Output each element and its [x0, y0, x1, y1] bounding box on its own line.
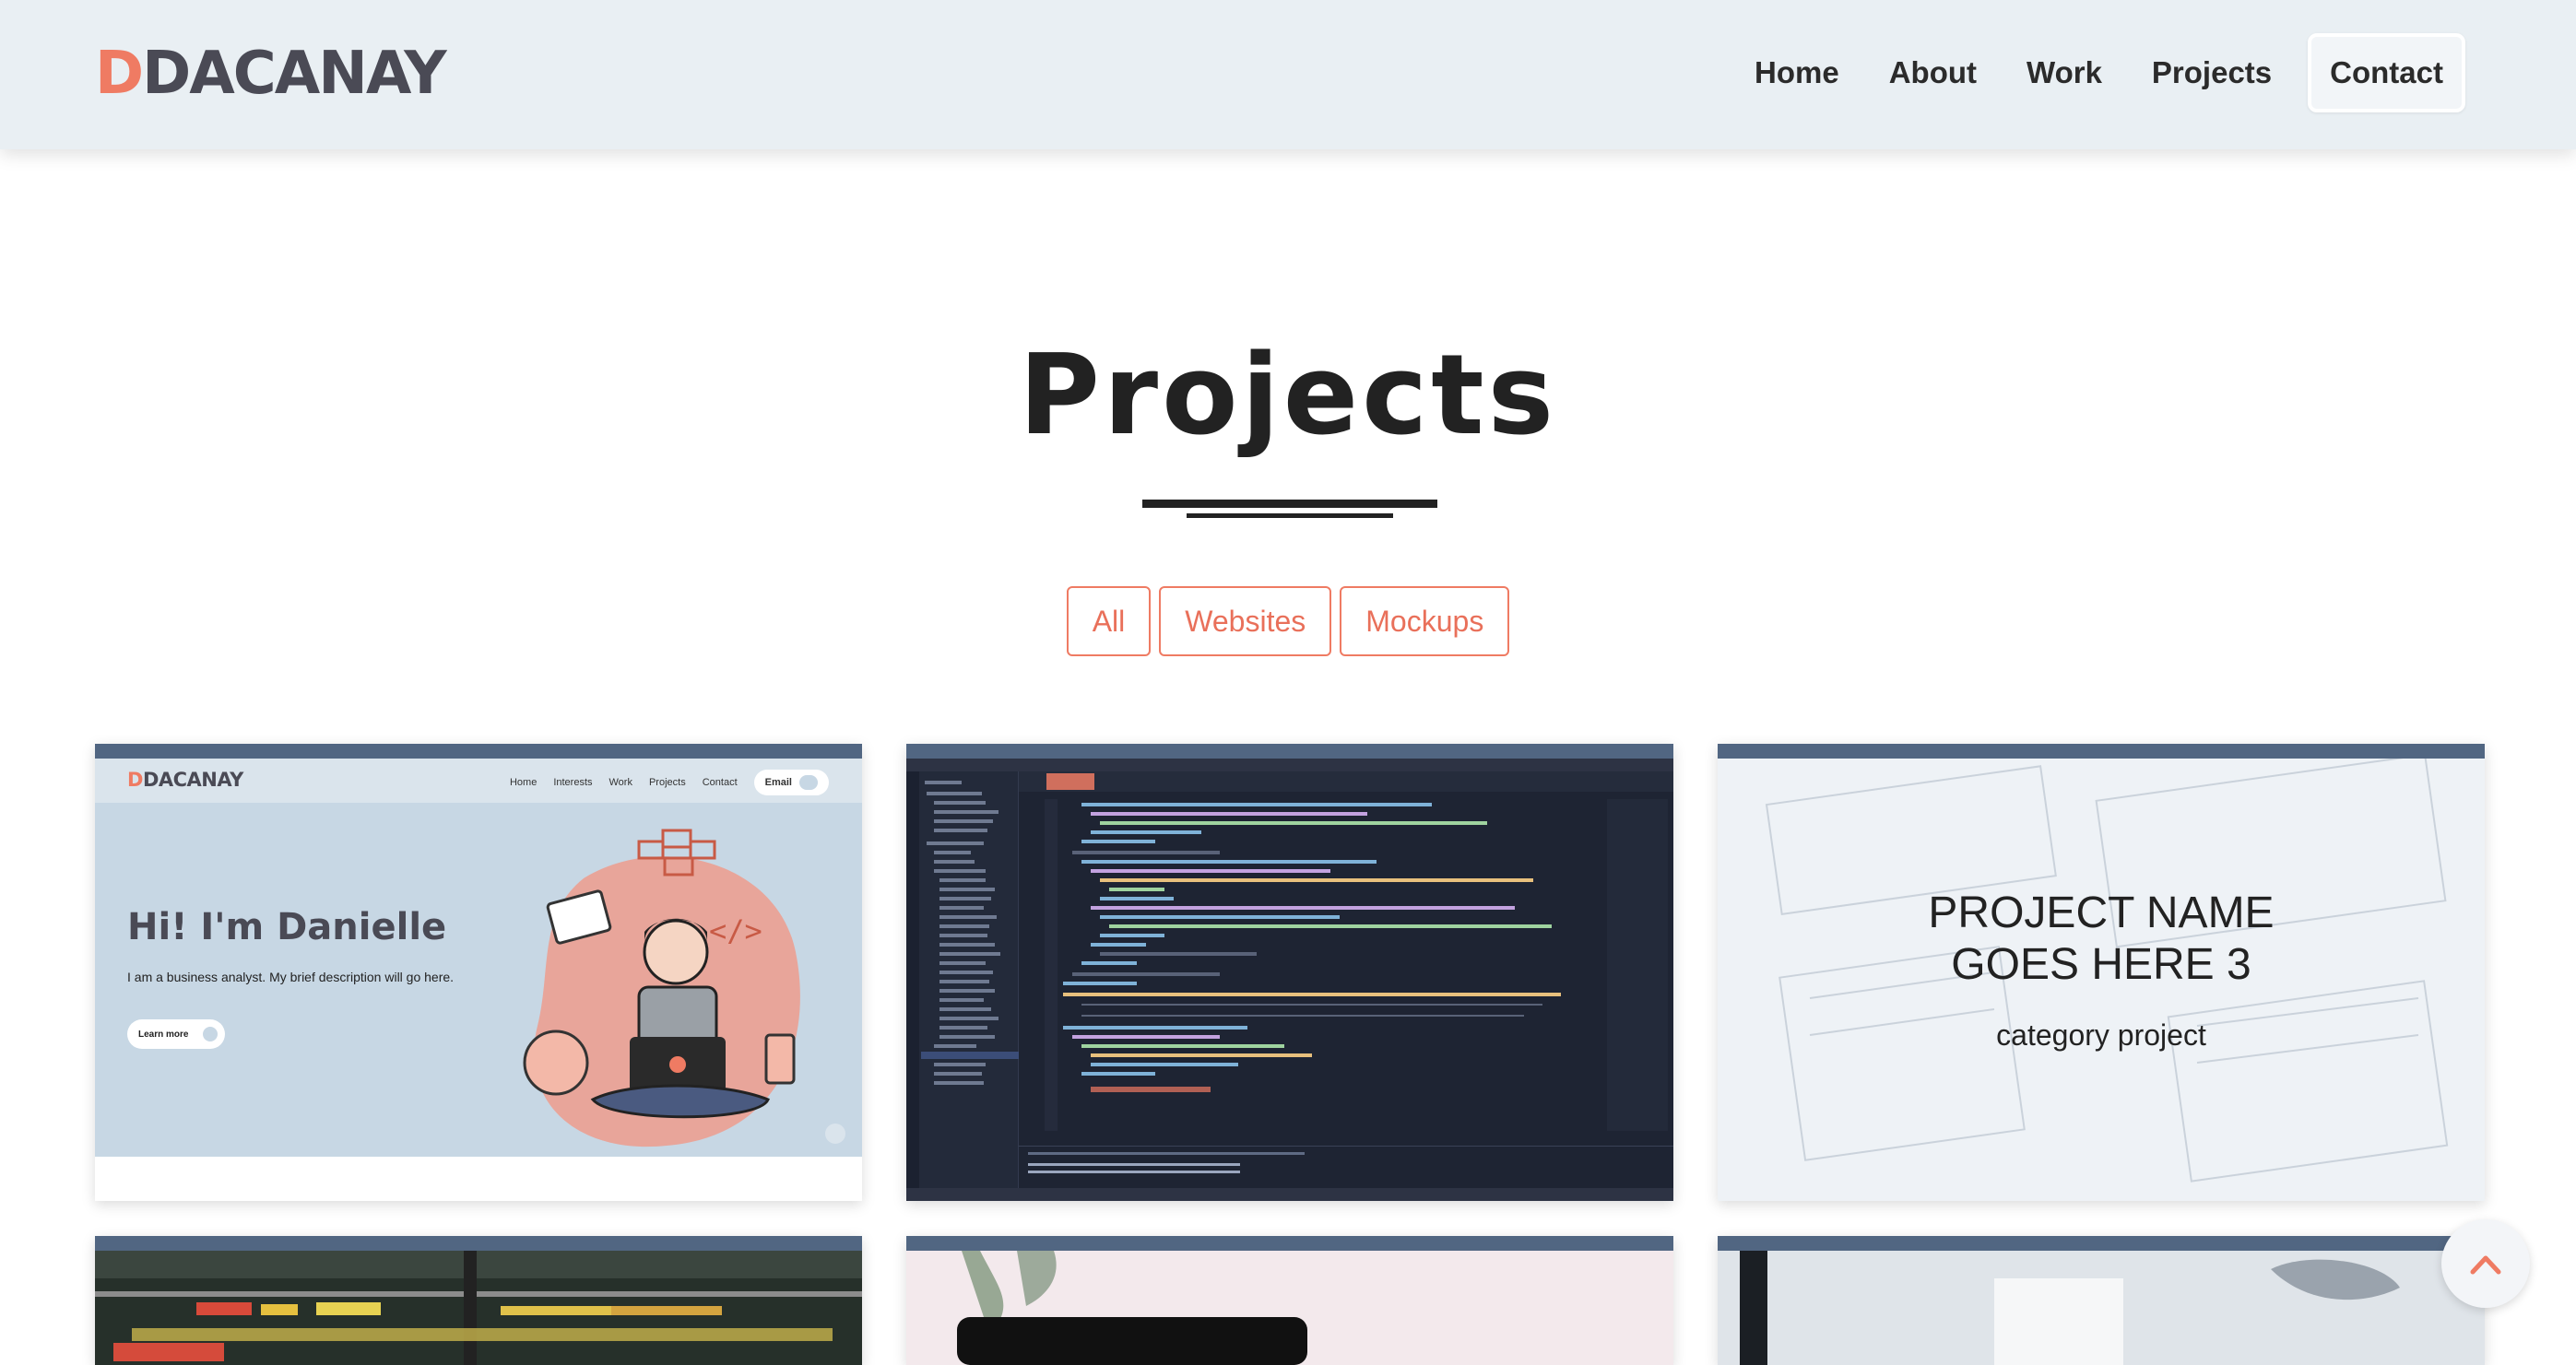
thumb-logo: DDACANAY [127, 769, 243, 791]
project-thumbnail-code-editor [906, 759, 1673, 1201]
project-card[interactable] [95, 1236, 862, 1365]
card-top-bar [906, 1236, 1673, 1251]
thumb-learn-more: Learn more [127, 1019, 225, 1049]
project-thumbnail [95, 1251, 862, 1365]
shelves-photo-image [95, 1251, 862, 1365]
filter-mockups-button[interactable]: Mockups [1340, 586, 1510, 656]
brand-logo[interactable]: DDACANAY [95, 40, 447, 108]
editor-active-tab [1046, 773, 1094, 790]
thumb-description: I am a business analyst. My brief descri… [127, 970, 455, 984]
laptop-photo-image [906, 1251, 1673, 1365]
nav-menu: Home About Work Projects Contact [1730, 33, 2465, 112]
menu-icon [799, 775, 818, 790]
project-thumbnail [906, 1251, 1673, 1365]
nav-home[interactable]: Home [1730, 37, 1864, 109]
thumb-nav-projects: Projects [648, 777, 686, 788]
thumb-logo-text: DACANAY [142, 769, 243, 791]
editor-menubar [906, 759, 1673, 771]
project-thumbnail: DDACANAY Home Interests Work Projects Co… [95, 759, 862, 1157]
thumb-scroll-top-icon [825, 1124, 845, 1144]
card-top-bar [95, 1236, 862, 1251]
project-thumbnail [1718, 1251, 2485, 1365]
card-top-bar [1718, 744, 2485, 759]
card-top-bar [906, 744, 1673, 759]
project-title-line-2: GOES HERE 3 [1951, 940, 2251, 989]
page-title: Projects [1018, 332, 1557, 460]
thumb-nav-links: Home Interests Work Projects Contact Ema… [510, 770, 829, 795]
thumb-nav-work: Work [609, 777, 632, 788]
title-underline-secondary [1187, 513, 1393, 518]
project-title-line-1: PROJECT NAME [1928, 888, 2275, 937]
thumb-email-button: Email [753, 770, 829, 795]
title-underline [1142, 500, 1437, 508]
project-card[interactable] [1718, 1236, 2485, 1365]
file-tree-graphic [906, 771, 1019, 1201]
editor-sidebar [906, 771, 1019, 1201]
filter-all-button[interactable]: All [1066, 586, 1152, 656]
logo-initial: D [95, 40, 144, 108]
scroll-to-top-button[interactable] [2441, 1219, 2530, 1308]
thumb-logo-initial: D [127, 769, 143, 791]
svg-text:</>: </> [709, 913, 762, 948]
desk-photo-image [1718, 1251, 2485, 1365]
project-title: PROJECT NAME GOES HERE 3 [1718, 888, 2485, 991]
card-top-bar [95, 744, 862, 759]
contact-button[interactable]: Contact [2308, 33, 2465, 112]
nav-projects[interactable]: Projects [2127, 37, 2297, 109]
thumb-nav-contact: Contact [702, 777, 738, 788]
nav-about[interactable]: About [1864, 37, 2002, 109]
editor-terminal [1019, 1146, 1673, 1188]
thumb-headline: Hi! I'm Danielle [127, 906, 447, 948]
project-card[interactable] [906, 1236, 1673, 1365]
terminal-output-graphic [1028, 1152, 1305, 1173]
chevron-up-icon [2470, 1255, 2501, 1275]
card-top-bar [1718, 1236, 2485, 1251]
editor-statusbar [906, 1188, 1673, 1201]
project-card[interactable]: PROJECT NAME GOES HERE 3 category projec… [1718, 744, 2485, 1201]
thumb-email-label: Email [764, 777, 792, 788]
project-placeholder: PROJECT NAME GOES HERE 3 category projec… [1718, 759, 2485, 1201]
filter-websites-button[interactable]: Websites [1159, 586, 1332, 656]
thumb-nav-home: Home [509, 777, 538, 788]
code-lines-graphic [1045, 799, 1561, 1131]
illustration-image: </> [523, 829, 800, 1147]
thumb-nav-interests: Interests [553, 777, 593, 788]
logo-text: DACANAY [142, 40, 446, 108]
project-filters: All Websites Mockups [0, 586, 2576, 656]
editor-minimap [1607, 799, 1668, 1131]
navbar: DDACANAY Home About Work Projects Contac… [0, 0, 2576, 149]
arrow-icon [203, 1027, 218, 1041]
project-category: category project [1996, 1018, 2206, 1052]
project-card[interactable]: DDACANAY Home Interests Work Projects Co… [95, 744, 862, 1201]
project-card[interactable] [906, 744, 1673, 1201]
nav-work[interactable]: Work [2002, 37, 2127, 109]
thumb-learn-more-label: Learn more [138, 1029, 189, 1040]
editor-tabs [1019, 771, 1673, 792]
